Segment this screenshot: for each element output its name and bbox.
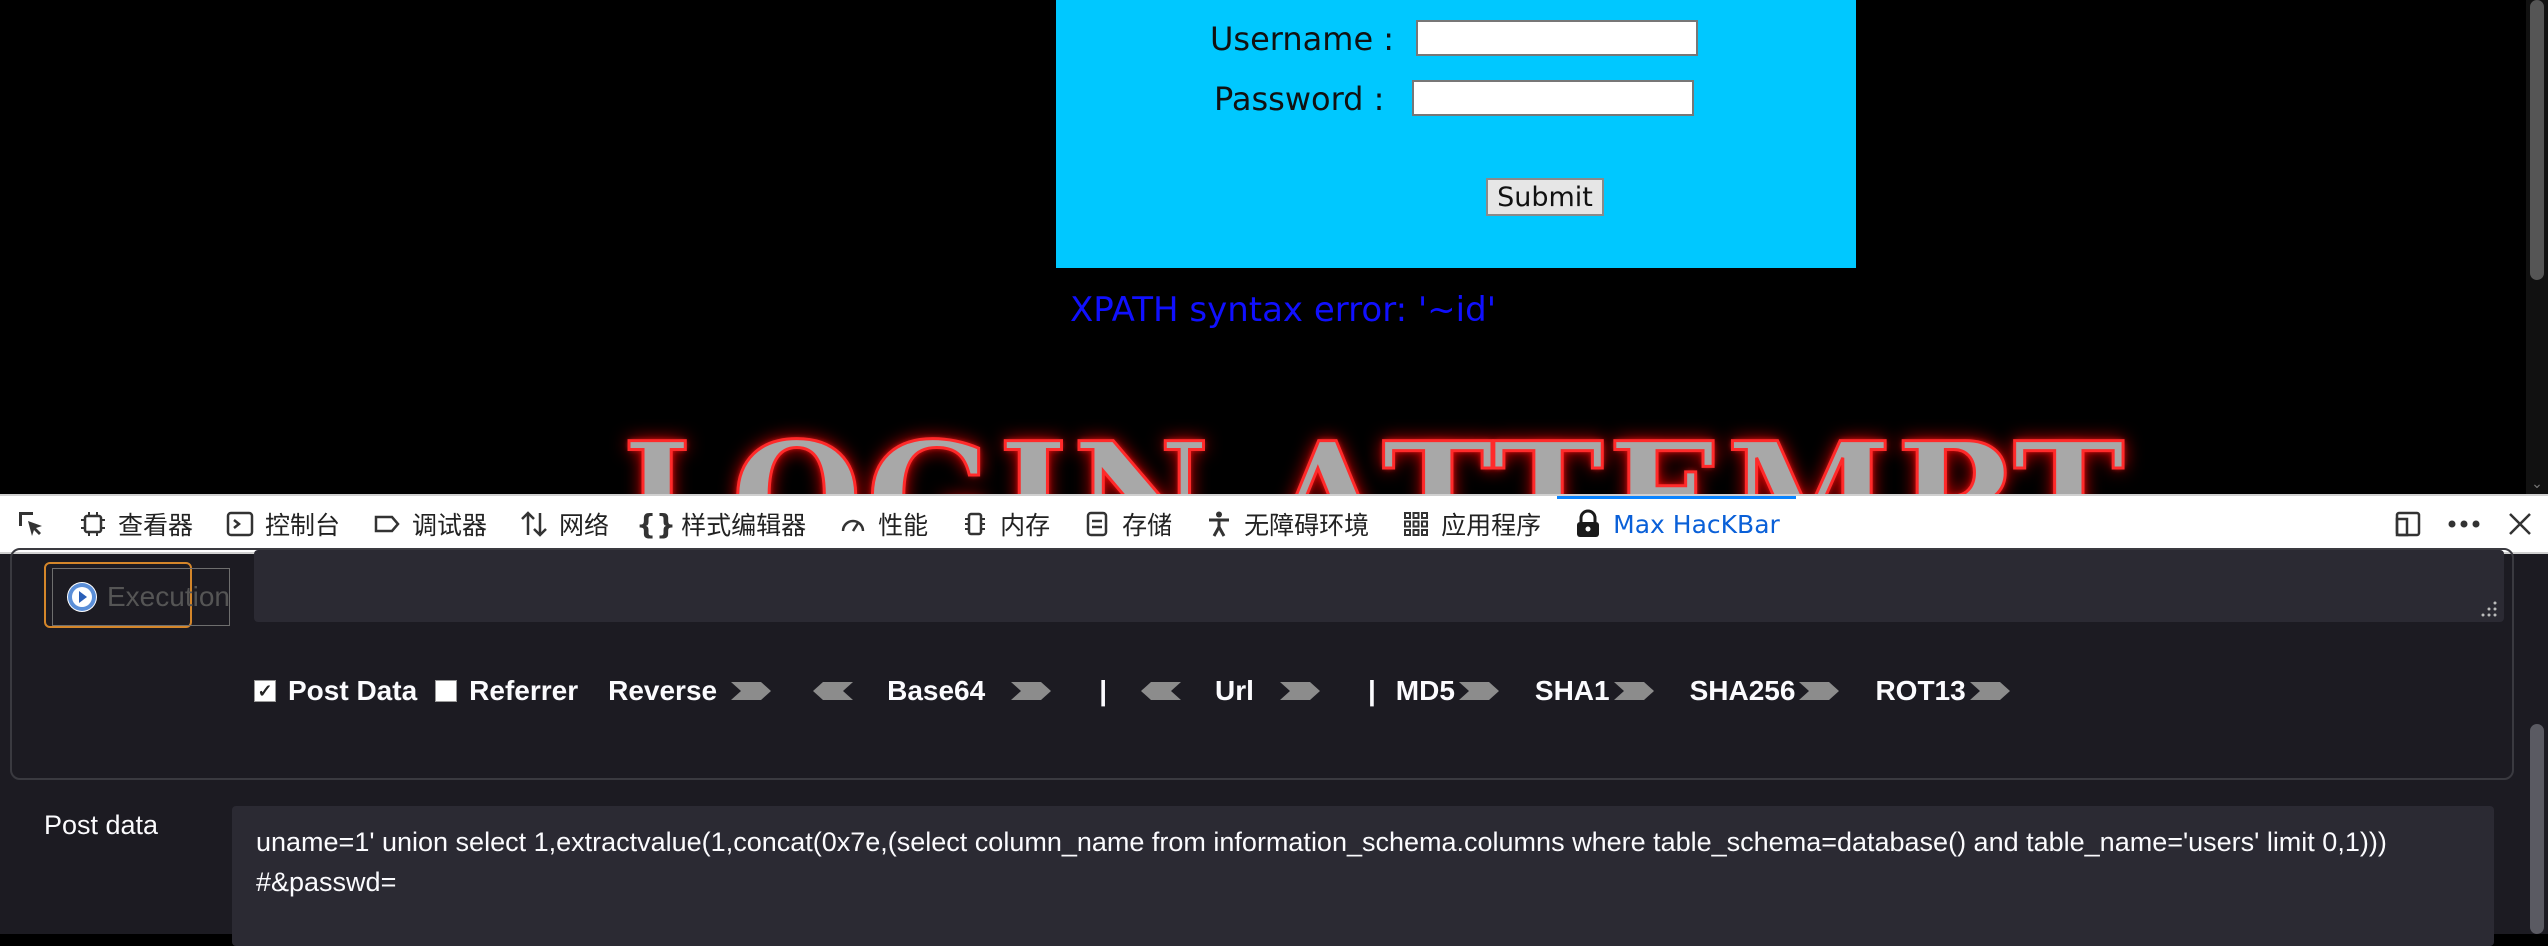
md5-button[interactable]: MD5 (1396, 675, 1513, 707)
element-picker-icon (19, 512, 42, 536)
tab-storage[interactable]: 存储 (1066, 496, 1188, 552)
post-data-checkbox-label: Post Data (288, 675, 418, 706)
play-icon (67, 582, 97, 612)
network-icon (519, 509, 549, 539)
chevron-right-icon (731, 682, 772, 700)
close-icon (2509, 513, 2531, 535)
tab-memory[interactable]: 内存 (944, 496, 1066, 552)
hackbar-scrollbar-thumb[interactable] (2530, 724, 2544, 934)
tab-application[interactable]: 应用程序 (1385, 496, 1557, 552)
tab-label: 内存 (1000, 511, 1051, 540)
memory-icon (960, 509, 990, 539)
tab-inspector[interactable]: 查看器 (62, 496, 209, 552)
resize-grip-icon[interactable] (2480, 600, 2498, 618)
post-data-checkbox[interactable]: ✓ (254, 680, 276, 702)
dock-toggle-button[interactable] (2380, 496, 2436, 552)
separator: | (1367, 675, 1376, 706)
page-scrollbar-thumb[interactable] (2530, 0, 2544, 280)
execute-button-inner[interactable]: Execution (52, 568, 230, 626)
style-editor-icon: {} (636, 507, 676, 541)
separator: | (1099, 675, 1108, 706)
tab-performance[interactable]: 性能 (822, 496, 944, 552)
tab-label: 网络 (559, 511, 610, 540)
hackbar-icon (1573, 509, 1603, 539)
toolbar-right-controls (2380, 496, 2548, 552)
tab-label: 性能 (878, 511, 929, 540)
tab-label: 样式编辑器 (681, 511, 807, 540)
scroll-down-icon[interactable]: ⌄ (2530, 476, 2544, 490)
tab-label: 控制台 (265, 511, 341, 540)
url-label: Url (1215, 675, 1254, 706)
sha1-label: SHA1 (1534, 675, 1610, 706)
tab-console[interactable]: 控制台 (209, 496, 356, 552)
hackbar-request-box: Execution ✓ Post Data Referrer Reverse B… (10, 548, 2514, 780)
execute-label: Execution (107, 581, 230, 612)
error-message: XPATH syntax error: '~id' (1070, 290, 1497, 330)
tab-max-hackbar[interactable]: Max HacKBar (1557, 496, 1796, 552)
tab-style-editor[interactable]: {} 样式编辑器 (625, 496, 822, 552)
chevron-right-icon (1613, 682, 1654, 700)
console-icon (225, 509, 255, 539)
username-label: Username : (1210, 20, 1395, 58)
sha256-label: SHA256 (1689, 675, 1796, 706)
url-encode-chevron-right-icon[interactable] (1278, 680, 1322, 702)
ellipsis-icon (2448, 520, 2480, 528)
close-devtools-button[interactable] (2492, 496, 2548, 552)
debugger-icon (372, 509, 402, 539)
storage-icon (1082, 509, 1112, 539)
inspector-icon (78, 509, 108, 539)
hackbar-panel: Execution ✓ Post Data Referrer Reverse B… (0, 548, 2548, 946)
login-form: Username : Password : Submit (1056, 0, 1856, 268)
devtools-toolbar: 查看器 控制台 调试器 网络 {} 样式编辑器 性能 内存 存储 无障碍环境 应… (0, 494, 2548, 554)
rot13-button[interactable]: ROT13 (1875, 675, 2023, 707)
login-attempt-banner: LOGIN ATTEMPT (621, 409, 2129, 495)
tab-label: 存储 (1122, 511, 1173, 540)
url-textarea[interactable] (254, 550, 2504, 622)
submit-button[interactable]: Submit (1486, 178, 1604, 216)
accessibility-icon (1204, 509, 1234, 539)
base64-label: Base64 (887, 675, 986, 706)
password-label: Password : (1214, 80, 1385, 118)
md5-label: MD5 (1395, 675, 1455, 706)
performance-icon (838, 509, 868, 539)
more-options-button[interactable] (2436, 496, 2492, 552)
page-scrollbar[interactable]: ⌄ (2526, 0, 2548, 494)
execute-button[interactable]: Execution (44, 562, 230, 628)
tab-label: Max HacKBar (1613, 509, 1780, 539)
application-icon (1401, 509, 1431, 539)
element-picker-button[interactable] (0, 496, 62, 552)
tab-label: 调试器 (412, 511, 488, 540)
hackbar-options-row: ✓ Post Data Referrer Reverse Base64 | Ur… (254, 666, 2038, 716)
reverse-label: Reverse (608, 675, 718, 706)
tab-debugger[interactable]: 调试器 (356, 496, 503, 552)
tab-label: 应用程序 (1441, 511, 1542, 540)
url-button[interactable]: Url (1215, 675, 1334, 707)
chevron-right-icon (1458, 682, 1499, 700)
chevron-right-icon (1799, 682, 1840, 700)
tab-label: 无障碍环境 (1244, 511, 1370, 540)
password-input[interactable] (1412, 80, 1694, 116)
tab-label: 查看器 (118, 511, 194, 540)
hackbar-scrollbar[interactable] (2526, 554, 2548, 934)
chevron-right-icon (1969, 682, 2010, 700)
url-decode-chevron-left-icon[interactable] (1139, 680, 1183, 702)
sha1-button[interactable]: SHA1 (1535, 675, 1668, 707)
sha256-button[interactable]: SHA256 (1690, 675, 1854, 707)
referrer-checkbox[interactable] (435, 680, 458, 702)
referrer-checkbox-label: Referrer (469, 675, 579, 706)
dock-side-icon (2395, 511, 2421, 537)
reverse-button[interactable]: Reverse (608, 675, 785, 707)
base64-button[interactable]: Base64 (887, 675, 1065, 707)
post-data-label: Post data (44, 810, 159, 840)
base64-decode-chevron-left-icon[interactable] (811, 680, 855, 702)
post-data-textarea[interactable]: uname=1' union select 1,extractvalue(1,c… (232, 806, 2494, 946)
tab-accessibility[interactable]: 无障碍环境 (1188, 496, 1385, 552)
tab-network[interactable]: 网络 (503, 496, 625, 552)
username-input[interactable] (1416, 20, 1698, 56)
rot13-label: ROT13 (1875, 675, 1966, 706)
page-viewport: Username : Password : Submit XPATH synta… (0, 0, 2548, 494)
base64-encode-chevron-right-icon[interactable] (1009, 680, 1053, 702)
